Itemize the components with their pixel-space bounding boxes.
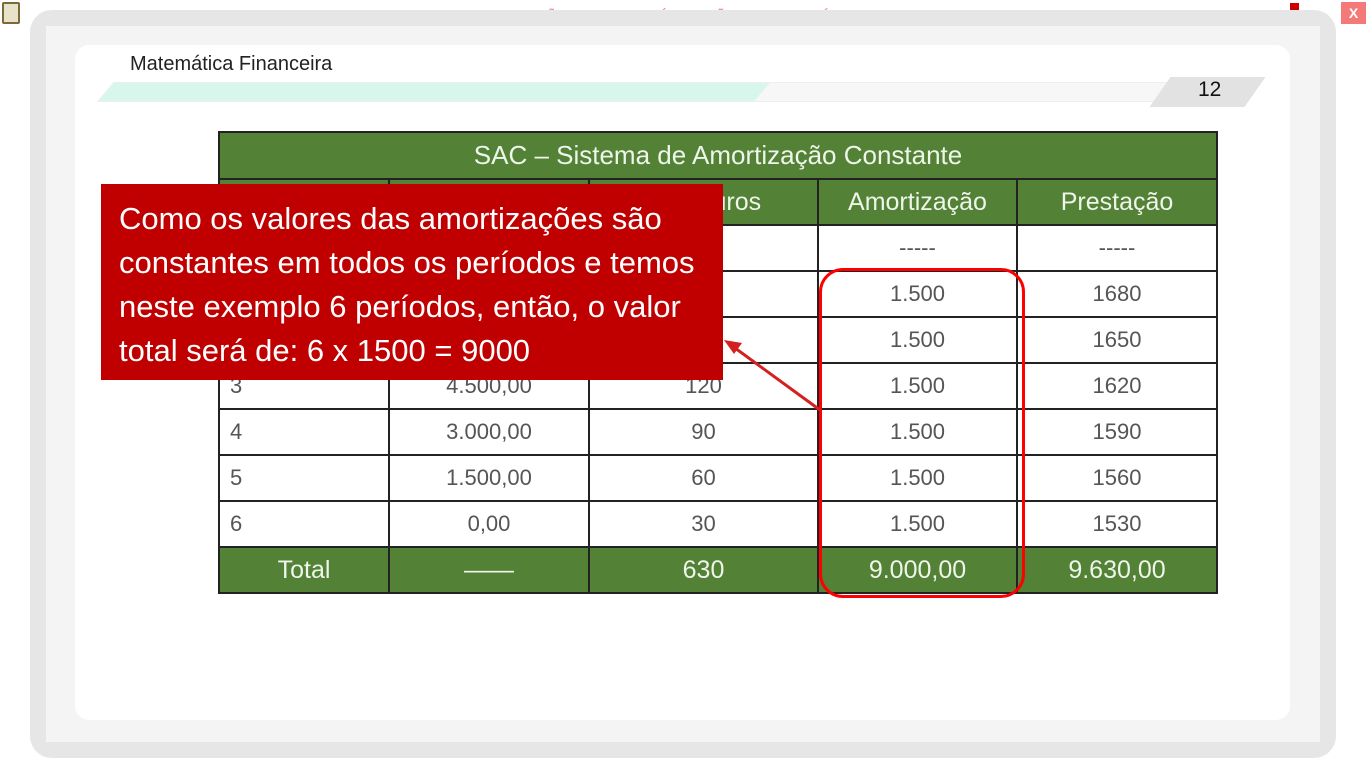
arrow-icon [724, 340, 821, 412]
callout-box: Como os valores das amortizações são con… [101, 184, 723, 380]
